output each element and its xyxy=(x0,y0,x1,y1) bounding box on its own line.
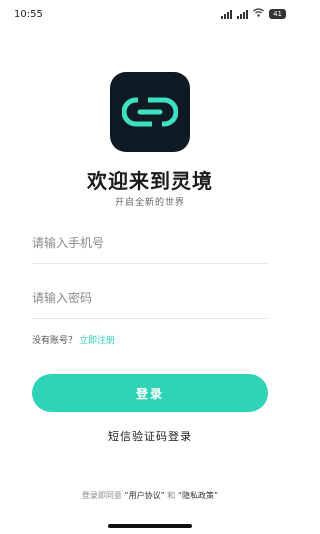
status-time: 10:55 xyxy=(14,8,43,20)
user-agreement-link[interactable]: “用户协议” xyxy=(124,491,164,500)
login-button[interactable]: 登录 xyxy=(32,374,268,412)
status-bar: 10:55 41 xyxy=(0,0,300,28)
privacy-policy-link[interactable]: “隐私政策” xyxy=(178,491,218,500)
sms-login-link[interactable]: 短信验证码登录 xyxy=(0,428,300,444)
signal-icon xyxy=(221,9,233,19)
phone-input[interactable] xyxy=(32,222,268,263)
agreement-text: 登录即同意 “用户协议” 和 “隐私政策” xyxy=(0,490,300,501)
page-title: 欢迎来到灵境 xyxy=(87,169,213,193)
register-link[interactable]: 立即注册 xyxy=(79,336,115,346)
agreement-and: 和 xyxy=(167,491,176,500)
link-chain-icon xyxy=(122,97,178,127)
no-account-text: 没有账号？ xyxy=(32,336,78,346)
register-row: 没有账号？ 立即注册 xyxy=(32,333,115,346)
status-icons: 41 xyxy=(221,8,286,20)
battery-icon: 41 xyxy=(269,9,286,19)
home-indicator[interactable] xyxy=(108,524,192,528)
page-subtitle: 开启全新的世界 xyxy=(114,198,185,208)
password-field xyxy=(32,277,268,319)
wifi-icon xyxy=(253,8,264,20)
signal-icon-2 xyxy=(237,9,249,19)
agreement-prefix: 登录即同意 xyxy=(81,491,122,500)
phone-field xyxy=(32,222,268,264)
app-logo xyxy=(110,72,190,152)
password-input[interactable] xyxy=(32,277,268,318)
